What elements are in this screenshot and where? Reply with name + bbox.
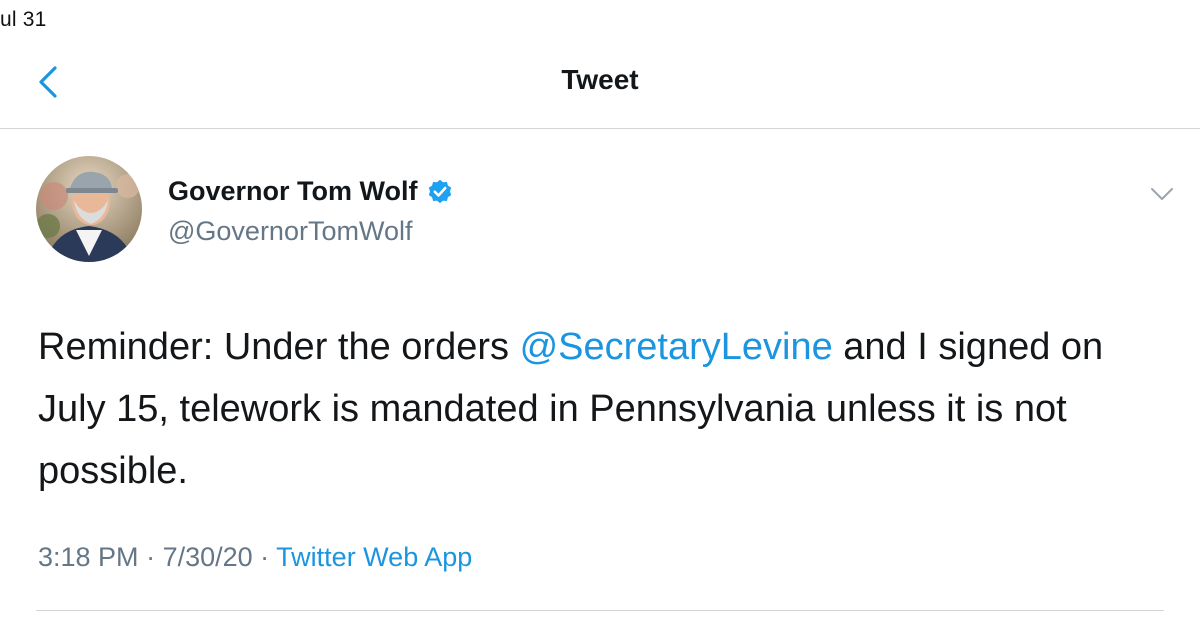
page-title: Tweet [561, 64, 639, 95]
status-bar-date: ul 31 [0, 8, 47, 31]
tweet-header: Governor Tom Wolf @GovernorTomWolf [36, 156, 1176, 272]
author-name-text: Governor Tom Wolf [168, 176, 418, 206]
navigation-bar: Tweet [0, 40, 1200, 129]
tweet-screen: ul 31 Tweet Governor Tom Wolf @GovernorT… [0, 0, 1200, 622]
meta-separator: · [252, 542, 277, 572]
divider [36, 610, 1164, 611]
verified-badge-icon [428, 179, 451, 203]
avatar[interactable] [36, 156, 142, 262]
tweet-source-link[interactable]: Twitter Web App [276, 542, 472, 572]
tweet-text-before: Reminder: Under the orders [38, 326, 520, 368]
tweet-date: 7/30/20 [162, 542, 253, 572]
author-name[interactable]: Governor Tom Wolf [168, 176, 454, 207]
meta-separator: · [138, 542, 163, 572]
author-handle[interactable]: @GovernorTomWolf [168, 216, 412, 247]
tweet-meta: 3:18 PM · 7/30/20 · Twitter Web App [38, 542, 472, 573]
tweet-text: Reminder: Under the orders @SecretaryLev… [38, 316, 1168, 502]
mention-link[interactable]: @SecretaryLevine [520, 326, 833, 368]
tweet-time: 3:18 PM [38, 542, 139, 572]
chevron-down-icon[interactable] [1148, 182, 1176, 206]
